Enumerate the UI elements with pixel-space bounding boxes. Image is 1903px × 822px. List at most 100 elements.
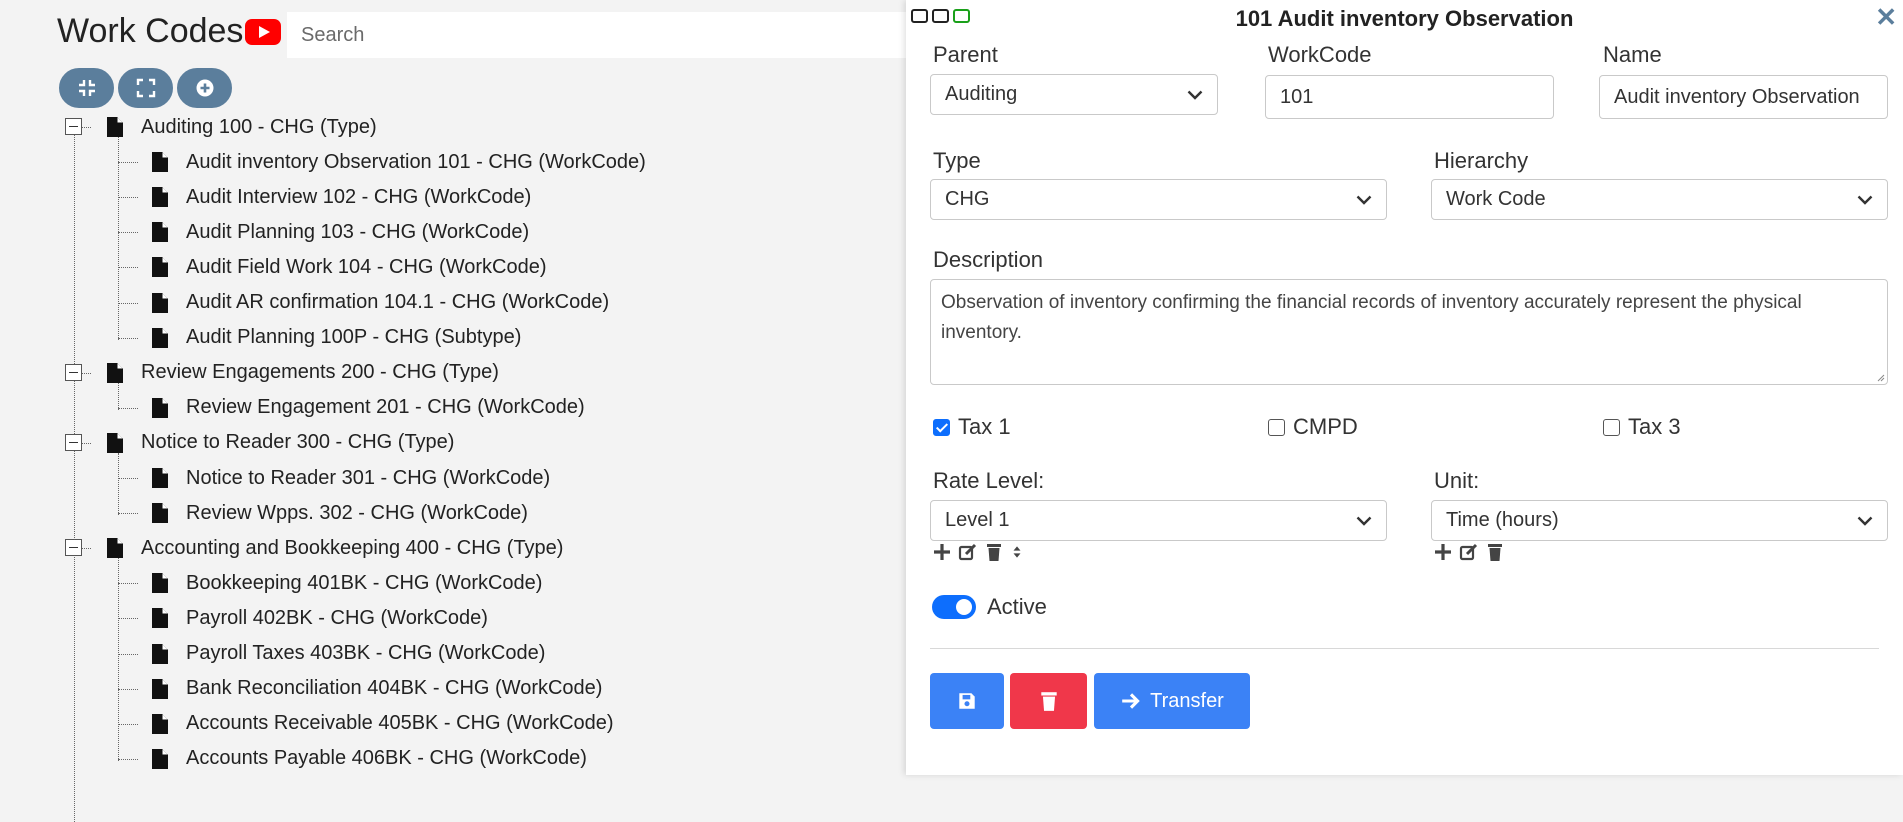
tree-child-label: Payroll Taxes 403BK - CHG (WorkCode) <box>186 642 546 664</box>
parent-select[interactable]: Auditing <box>930 74 1218 115</box>
search-input[interactable] <box>287 12 927 58</box>
collapse-all-button[interactable] <box>57 66 116 110</box>
tree-child-label: Audit Interview 102 - CHG (WorkCode) <box>186 185 532 208</box>
tree-child-label: Notice to Reader 301 - CHG (WorkCode) <box>186 466 551 489</box>
parent-label: Parent <box>933 42 998 67</box>
file-icon <box>152 222 168 243</box>
tree-child-item[interactable]: Review Wpps. 302 - CHG (WorkCode) <box>152 496 528 530</box>
active-label: Active <box>987 594 1047 619</box>
tree-child-item[interactable]: Audit Planning 100P - CHG (Subtype) <box>152 321 521 355</box>
tree-connector <box>118 478 138 479</box>
rate-level-select[interactable]: Level 1 <box>930 500 1387 541</box>
tree-connector <box>118 618 138 620</box>
file-icon <box>152 748 168 769</box>
type-label: Type <box>933 148 981 173</box>
tree-group-item[interactable]: Review Engagements 200 - CHG (Type) <box>107 356 499 390</box>
file-icon <box>107 117 123 137</box>
tax1-checkbox[interactable]: Tax 1 <box>933 414 1011 440</box>
tree-connector <box>74 135 75 822</box>
description-text: Observation of inventory confirming the … <box>941 292 1802 343</box>
tree-child-item[interactable]: Audit Interview 102 - CHG (WorkCode) <box>152 180 531 214</box>
tree-child-label: Audit Planning 100P - CHG (Subtype) <box>186 326 522 349</box>
type-select[interactable]: CHG <box>930 179 1387 220</box>
tree-connector <box>118 137 119 340</box>
file-icon <box>152 573 168 594</box>
tree-connector <box>82 372 91 374</box>
sort-icon[interactable] <box>1010 542 1024 562</box>
chevron-down-icon <box>1356 516 1372 526</box>
edit-icon[interactable] <box>1459 542 1479 562</box>
trash-icon[interactable] <box>984 542 1004 562</box>
tree-child-item[interactable]: Accounts Receivable 405BK - CHG (WorkCod… <box>152 707 614 741</box>
close-icon[interactable]: ✕ <box>1875 2 1897 33</box>
tree-child-item[interactable]: Notice to Reader 301 - CHG (WorkCode) <box>152 461 550 495</box>
unit-select[interactable]: Time (hours) <box>1431 500 1888 541</box>
cmpd-checkbox[interactable]: CMPD <box>1268 414 1358 440</box>
checkbox-unchecked-icon <box>1603 418 1620 436</box>
tree-child-item[interactable]: Payroll 402BK - CHG (WorkCode) <box>152 601 488 635</box>
tree-child-label: Bookkeeping 401BK - CHG (WorkCode) <box>186 571 543 594</box>
tree-child-label: Payroll 402BK - CHG (WorkCode) <box>186 606 488 629</box>
tree-child-item[interactable]: Bank Reconciliation 404BK - CHG (WorkCod… <box>152 672 602 706</box>
tree-child-item[interactable]: Audit Field Work 104 - CHG (WorkCode) <box>152 250 546 284</box>
tree-child-item[interactable]: Audit AR confirmation 104.1 - CHG (WorkC… <box>152 286 609 320</box>
tree-connector <box>118 453 119 516</box>
rate-level-value: Level 1 <box>945 509 1010 531</box>
add-workcode-button[interactable] <box>175 66 234 110</box>
transfer-button[interactable]: Transfer <box>1094 673 1250 729</box>
collapse-toggle-icon[interactable] <box>65 363 82 381</box>
file-icon <box>107 362 123 383</box>
tree-child-item[interactable]: Accounts Payable 406BK - CHG (WorkCode) <box>152 742 587 776</box>
tree-child-label: Audit Planning 103 - CHG (WorkCode) <box>186 220 530 243</box>
tax3-checkbox[interactable]: Tax 3 <box>1603 414 1681 440</box>
expand-all-button[interactable] <box>116 66 175 110</box>
arrow-right-icon <box>1122 693 1140 709</box>
hierarchy-select[interactable]: Work Code <box>1431 179 1888 220</box>
description-textarea[interactable]: Observation of inventory confirming the … <box>930 279 1888 385</box>
save-icon <box>959 693 975 709</box>
trash-icon <box>1040 692 1057 711</box>
trash-icon[interactable] <box>1485 542 1505 562</box>
tree-group-item[interactable]: Auditing 100 - CHG (Type) <box>107 110 377 144</box>
collapse-toggle-icon[interactable] <box>65 433 82 451</box>
youtube-icon[interactable] <box>245 18 282 45</box>
divider <box>930 648 1879 649</box>
collapse-toggle-icon[interactable] <box>65 539 82 557</box>
edit-icon[interactable] <box>958 542 978 562</box>
name-input[interactable]: Audit inventory Observation <box>1599 75 1888 119</box>
rate-level-actions <box>932 542 1024 562</box>
cmpd-label: CMPD <box>1293 414 1358 439</box>
compress-icon <box>78 80 95 96</box>
file-icon <box>107 432 123 453</box>
unit-actions <box>1433 542 1505 562</box>
tree-connector <box>118 197 138 199</box>
name-label: Name <box>1603 42 1662 67</box>
collapse-toggle-icon[interactable] <box>65 118 82 135</box>
resize-grip-icon[interactable] <box>1875 372 1885 382</box>
tree-child-item[interactable]: Review Engagement 201 - CHG (WorkCode) <box>152 391 585 425</box>
file-icon <box>152 187 168 208</box>
tree-connector <box>118 232 138 234</box>
page-title: Work Codes <box>57 12 282 51</box>
tree-connector <box>118 267 138 269</box>
save-button[interactable] <box>930 673 1004 729</box>
plus-circle-icon <box>196 79 213 97</box>
tree-child-label: Review Engagement 201 - CHG (WorkCode) <box>186 396 585 419</box>
tree-child-item[interactable]: Bookkeeping 401BK - CHG (WorkCode) <box>152 566 542 600</box>
tree-child-label: Bank Reconciliation 404BK - CHG (WorkCod… <box>186 677 603 700</box>
tree-connector <box>118 723 138 725</box>
plus-icon[interactable] <box>1433 542 1453 562</box>
expand-icon <box>136 78 155 98</box>
tree-child-item[interactable]: Payroll Taxes 403BK - CHG (WorkCode) <box>152 637 545 671</box>
plus-icon[interactable] <box>932 542 952 562</box>
active-toggle[interactable] <box>932 595 976 619</box>
tree-child-item[interactable]: Audit inventory Observation 101 - CHG (W… <box>152 145 646 179</box>
tree-child-label: Audit AR confirmation 104.1 - CHG (WorkC… <box>186 291 610 313</box>
tree-group-item[interactable]: Accounting and Bookkeeping 400 - CHG (Ty… <box>107 531 563 565</box>
tree-child-item[interactable]: Audit Planning 103 - CHG (WorkCode) <box>152 215 529 249</box>
workcode-input[interactable]: 101 <box>1265 75 1554 119</box>
transfer-label: Transfer <box>1150 689 1224 712</box>
tax3-label: Tax 3 <box>1628 414 1681 439</box>
delete-button[interactable] <box>1010 673 1087 729</box>
tree-group-item[interactable]: Notice to Reader 300 - CHG (Type) <box>107 426 454 460</box>
